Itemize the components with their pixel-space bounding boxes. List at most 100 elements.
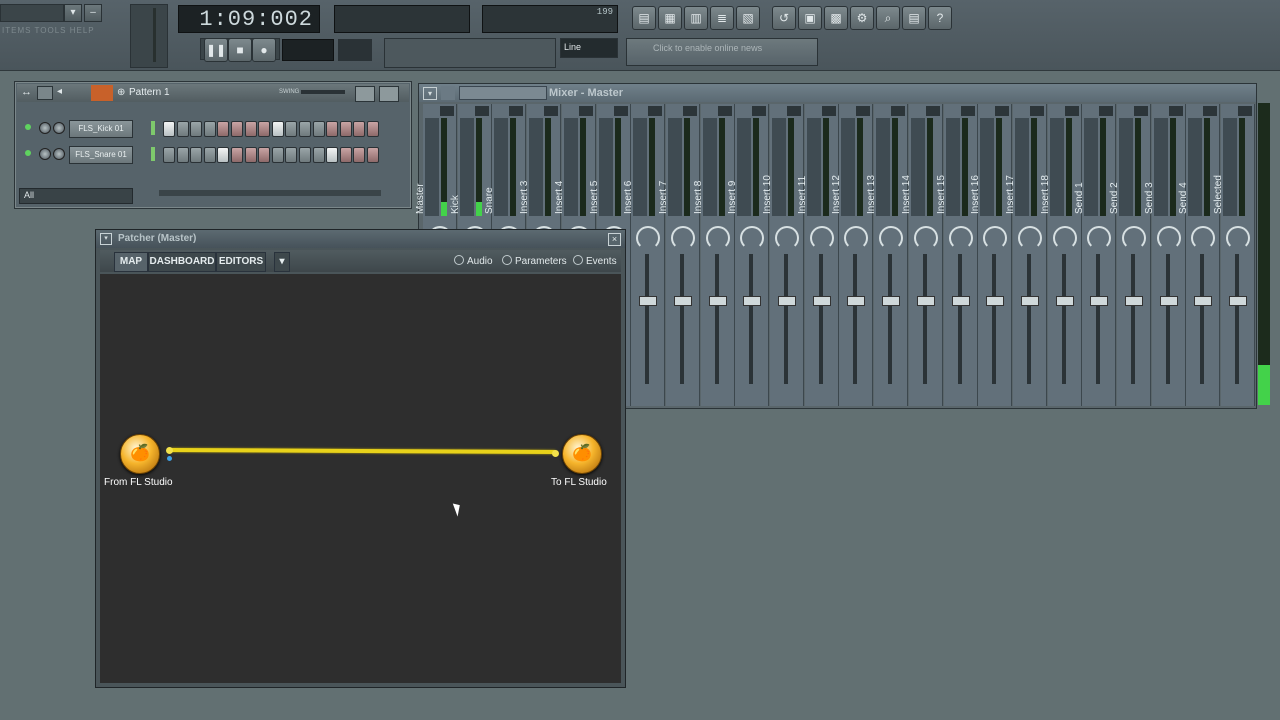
mixer-strip[interactable]: Insert 7	[658, 104, 700, 406]
snap-select[interactable]: Line	[560, 38, 618, 58]
step-button[interactable]	[326, 121, 339, 137]
step-button[interactable]	[339, 147, 352, 163]
collapse-icon[interactable]: ▾	[100, 233, 112, 245]
strip-pan-knob[interactable]	[705, 226, 730, 250]
strip-pan-knob[interactable]	[879, 226, 904, 250]
step-button[interactable]	[176, 147, 189, 163]
strip-pan-knob[interactable]	[844, 226, 869, 250]
mixer-strip[interactable]: Insert 6	[623, 104, 666, 406]
strip-fader-handle[interactable]	[951, 296, 970, 306]
settings-icon[interactable]: ⚙	[850, 6, 874, 30]
strip-fader-handle[interactable]	[812, 296, 831, 306]
graph-editor-icon[interactable]	[355, 86, 375, 102]
mixer-view-select[interactable]	[459, 86, 547, 100]
strip-fader-track[interactable]	[1061, 254, 1066, 384]
step-button[interactable]	[299, 147, 311, 163]
pause-button[interactable]: ❚❚	[204, 38, 228, 62]
mixer-strip[interactable]: Send 1	[1074, 104, 1117, 406]
swing-slider[interactable]	[301, 90, 345, 94]
strip-fader-track[interactable]	[818, 254, 823, 384]
mixer-strip[interactable]: Insert 15	[936, 104, 978, 406]
strip-pan-knob[interactable]	[1156, 226, 1181, 250]
strip-fader-handle[interactable]	[1194, 296, 1213, 306]
input-port[interactable]	[552, 450, 559, 457]
step-button[interactable]	[339, 121, 352, 137]
strip-fader-track[interactable]	[853, 254, 858, 384]
tab-editors[interactable]: EDITORS	[216, 252, 266, 272]
strip-fader-handle[interactable]	[778, 296, 796, 306]
strip-fader-track[interactable]	[1096, 254, 1101, 384]
mixer-strip[interactable]: Insert 16	[970, 104, 1013, 406]
strip-fader-handle[interactable]	[708, 296, 727, 306]
step-button[interactable]	[312, 121, 325, 137]
step-button[interactable]	[231, 121, 243, 137]
minimize-icon[interactable]: –	[84, 4, 102, 22]
step-button[interactable]	[163, 147, 175, 163]
strip-fader-track[interactable]	[679, 254, 684, 384]
strip-pan-knob[interactable]	[1052, 226, 1077, 250]
strip-fader-handle[interactable]	[986, 296, 1005, 306]
render-icon[interactable]: ▩	[824, 6, 848, 30]
move-icon[interactable]: ↔	[21, 86, 32, 98]
help-icon[interactable]: ?	[928, 6, 952, 30]
strip-fader-handle[interactable]	[1159, 296, 1178, 306]
strip-pan-knob[interactable]	[913, 226, 938, 250]
strip-fader-track[interactable]	[992, 254, 997, 384]
step-button[interactable]	[258, 147, 271, 163]
view-icon[interactable]	[37, 86, 53, 100]
patcher-map-canvas[interactable]: 🍊 From FL Studio 🍊 To FL Studio	[100, 274, 621, 683]
mixer-strip[interactable]: Insert 18	[1040, 104, 1082, 406]
step-button[interactable]	[231, 147, 243, 163]
channel-mute-led[interactable]	[25, 150, 31, 156]
channel-mute-led[interactable]	[25, 124, 31, 130]
channel-volume-knob[interactable]	[53, 148, 65, 160]
strip-fader-handle[interactable]	[673, 296, 692, 306]
mixer-strip[interactable]: Selected	[1213, 104, 1256, 406]
search-icon[interactable]: ⌕	[876, 6, 900, 30]
filter-parameters[interactable]: Parameters	[502, 255, 567, 267]
step-scroll-bar[interactable]	[159, 190, 381, 196]
piano-roll-icon[interactable]: ▥	[684, 6, 708, 30]
to-fl-studio-node-icon[interactable]: 🍊	[562, 434, 602, 474]
step-button[interactable]	[258, 121, 271, 137]
strip-fader-track[interactable]	[749, 254, 754, 384]
mixer-strip[interactable]: Send 3	[1144, 104, 1186, 406]
notes-icon[interactable]: ▤	[902, 6, 926, 30]
arrow-left-icon[interactable]: ◂	[57, 86, 62, 97]
step-button[interactable]	[312, 147, 325, 163]
strip-pan-knob[interactable]	[670, 226, 695, 250]
event-port[interactable]	[167, 456, 172, 461]
step-button[interactable]	[217, 147, 230, 163]
pattern-color-swatch[interactable]	[91, 85, 113, 101]
keyboard-editor-icon[interactable]	[379, 86, 399, 102]
mixer-strip[interactable]: Insert 11	[797, 104, 839, 406]
filter-audio[interactable]: Audio	[454, 255, 493, 267]
strip-fader-handle[interactable]	[1090, 296, 1109, 306]
step-button[interactable]	[203, 147, 216, 163]
channel-name-button[interactable]: FLS_Kick 01	[69, 120, 133, 138]
strip-fader-handle[interactable]	[916, 296, 935, 306]
step-button[interactable]	[353, 147, 366, 163]
step-button[interactable]	[176, 121, 189, 137]
save-icon[interactable]: ▣	[798, 6, 822, 30]
from-fl-studio-node-icon[interactable]: 🍊	[120, 434, 160, 474]
strip-fader-track[interactable]	[957, 254, 962, 384]
strip-fader-track[interactable]	[714, 254, 719, 384]
strip-pan-knob[interactable]	[1226, 226, 1251, 250]
step-button[interactable]	[190, 121, 203, 137]
step-button[interactable]	[326, 147, 339, 163]
strip-fader-handle[interactable]	[847, 296, 866, 306]
mixer-strip[interactable]: Insert 12	[831, 104, 874, 406]
mixer-strip[interactable]: Insert 13	[866, 104, 909, 406]
strip-fader-handle[interactable]	[1125, 296, 1143, 306]
plus-icon[interactable]: ⊕	[117, 87, 125, 98]
strip-fader-handle[interactable]	[639, 296, 658, 306]
mixer-strip[interactable]: Insert 17	[1005, 104, 1047, 406]
strip-pan-knob[interactable]	[983, 226, 1008, 250]
strip-fader-handle[interactable]	[1055, 296, 1074, 306]
stop-button[interactable]: ■	[228, 38, 252, 62]
strip-pan-knob[interactable]	[809, 226, 834, 250]
strip-fader-track[interactable]	[784, 254, 788, 384]
step-button[interactable]	[367, 121, 379, 137]
pattern-name[interactable]: Pattern 1	[129, 87, 170, 98]
